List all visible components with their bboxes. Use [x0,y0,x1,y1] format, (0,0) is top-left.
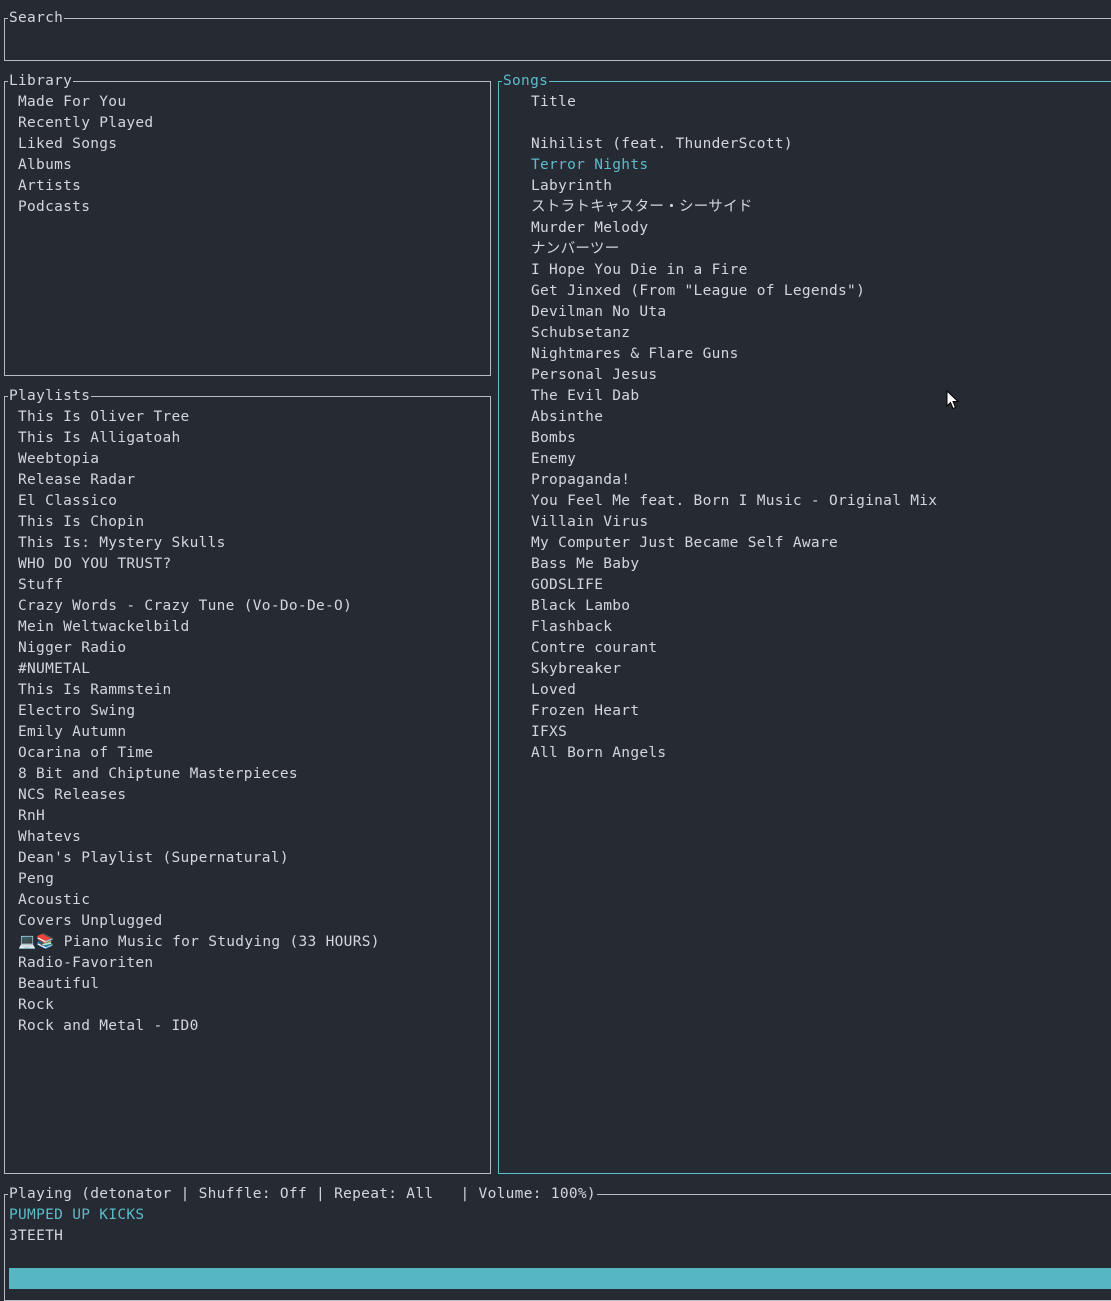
now-playing-pane: Playing (detonator | Shuffle: Off | Repe… [4,1185,1111,1301]
song-item[interactable]: Flashback [531,617,937,638]
playlist-item[interactable]: Weebtopia [18,449,380,470]
song-item[interactable]: Skybreaker [531,659,937,680]
song-item[interactable]: Murder Melody [531,218,937,239]
song-item[interactable]: My Computer Just Became Self Aware [531,533,937,554]
song-item[interactable]: Loved [531,680,937,701]
song-item[interactable]: ナンバーツー [531,239,937,260]
song-item[interactable]: I Hope You Die in a Fire [531,260,937,281]
song-item[interactable]: Personal Jesus [531,365,937,386]
song-item[interactable]: Contre courant [531,638,937,659]
song-item[interactable]: Villain Virus [531,512,937,533]
playlist-item[interactable]: Radio-Favoriten [18,953,380,974]
playlists-title: Playlists [8,387,92,405]
playlist-list: This Is Oliver Tree This Is Alligatoah Wee… [18,407,380,1037]
songs-column-header[interactable]: Title [531,92,576,113]
playlist-item[interactable]: Mein Weltwackelbild [18,617,380,638]
playback-progress-bar[interactable] [9,1268,1111,1289]
song-item[interactable]: ストラトキャスター・シーサイド [531,197,937,218]
song-item[interactable]: All Born Angels [531,743,937,764]
playlist-item[interactable]: Dean's Playlist (Supernatural) [18,848,380,869]
playlist-item[interactable]: Emily Autumn [18,722,380,743]
song-item[interactable]: Devilman No Uta [531,302,937,323]
playlist-item[interactable]: WHO DO YOU TRUST? [18,554,380,575]
playlist-item[interactable]: Acoustic [18,890,380,911]
playlist-item[interactable]: Crazy Words - Crazy Tune (Vo-Do-De-O) [18,596,380,617]
library-item[interactable]: Recently Played [18,113,153,134]
now-playing-artist: 3TEETH [9,1228,64,1244]
song-item[interactable]: IFXS [531,722,937,743]
library-item[interactable]: Artists [18,176,153,197]
playlist-item[interactable]: This Is Oliver Tree [18,407,380,428]
playlist-item[interactable]: Beautiful [18,974,380,995]
song-item[interactable]: Bombs [531,428,937,449]
song-item[interactable]: Black Lambo [531,596,937,617]
library-item[interactable]: Podcasts [18,197,153,218]
playlist-item[interactable]: This Is: Mystery Skulls [18,533,380,554]
playlists-pane: Playlists This Is Oliver Tree This Is All… [4,387,491,1174]
playlist-item[interactable]: #NUMETAL [18,659,380,680]
playlist-item[interactable]: 💻📚 Piano Music for Studying (33 HOURS) [18,932,380,953]
song-item[interactable]: Labyrinth [531,176,937,197]
songs-pane: Songs Title Nihilist (feat. ThunderScott… [498,72,1111,1174]
song-item[interactable]: The Evil Dab [531,386,937,407]
playlist-item[interactable]: RnH [18,806,380,827]
library-pane: Library Made For You Recently Played Liked… [4,72,491,376]
playlist-item[interactable]: Ocarina of Time [18,743,380,764]
playlist-item[interactable]: Covers Unplugged [18,911,380,932]
song-item[interactable]: Schubsetanz [531,323,937,344]
mouse-pointer-icon [946,390,960,410]
playlist-item[interactable]: Release Radar [18,470,380,491]
search-pane: Search [4,9,1111,61]
playlist-item[interactable]: El Classico [18,491,380,512]
song-item[interactable]: Get Jinxed (From "League of Legends") [531,281,937,302]
search-input[interactable] [9,29,1099,50]
playlist-item[interactable]: This Is Alligatoah [18,428,380,449]
now-playing-song: PUMPED UP KICKS [9,1207,145,1223]
song-item[interactable]: Absinthe [531,407,937,428]
playlist-item[interactable]: Stuff [18,575,380,596]
playlist-item[interactable]: 8 Bit and Chiptune Masterpieces [18,764,380,785]
playlist-item[interactable]: Rock [18,995,380,1016]
library-item[interactable]: Albums [18,155,153,176]
song-item[interactable]: Enemy [531,449,937,470]
library-title: Library [8,72,74,90]
playlist-item[interactable]: NCS Releases [18,785,380,806]
library-item[interactable]: Liked Songs [18,134,153,155]
songs-title: Songs [502,72,550,90]
song-item[interactable]: Propaganda! [531,470,937,491]
library-list: Made For You Recently Played Liked Songs Al… [18,92,153,218]
now-playing-title: Playing (detonator | Shuffle: Off | Repe… [8,1185,597,1203]
song-item[interactable]: Nihilist (feat. ThunderScott) [531,134,937,155]
song-item[interactable]: You Feel Me feat. Born I Music - Origina… [531,491,937,512]
playlist-item[interactable]: Electro Swing [18,701,380,722]
playlist-item[interactable]: This Is Chopin [18,512,380,533]
song-item[interactable]: GODSLIFE [531,575,937,596]
song-item[interactable]: Terror Nights [531,155,937,176]
playlist-item[interactable]: Nigger Radio [18,638,380,659]
playlist-item[interactable]: This Is Rammstein [18,680,380,701]
playlist-item[interactable]: Peng [18,869,380,890]
playlist-item[interactable]: Rock and Metal - ID0 [18,1016,380,1037]
song-item[interactable]: Bass Me Baby [531,554,937,575]
song-list: Nihilist (feat. ThunderScott) Terror Nigh… [531,134,937,764]
song-item[interactable]: Nightmares & Flare Guns [531,344,937,365]
library-item[interactable]: Made For You [18,92,153,113]
search-title: Search [8,9,65,27]
song-item[interactable]: Frozen Heart [531,701,937,722]
playlist-item[interactable]: Whatevs [18,827,380,848]
